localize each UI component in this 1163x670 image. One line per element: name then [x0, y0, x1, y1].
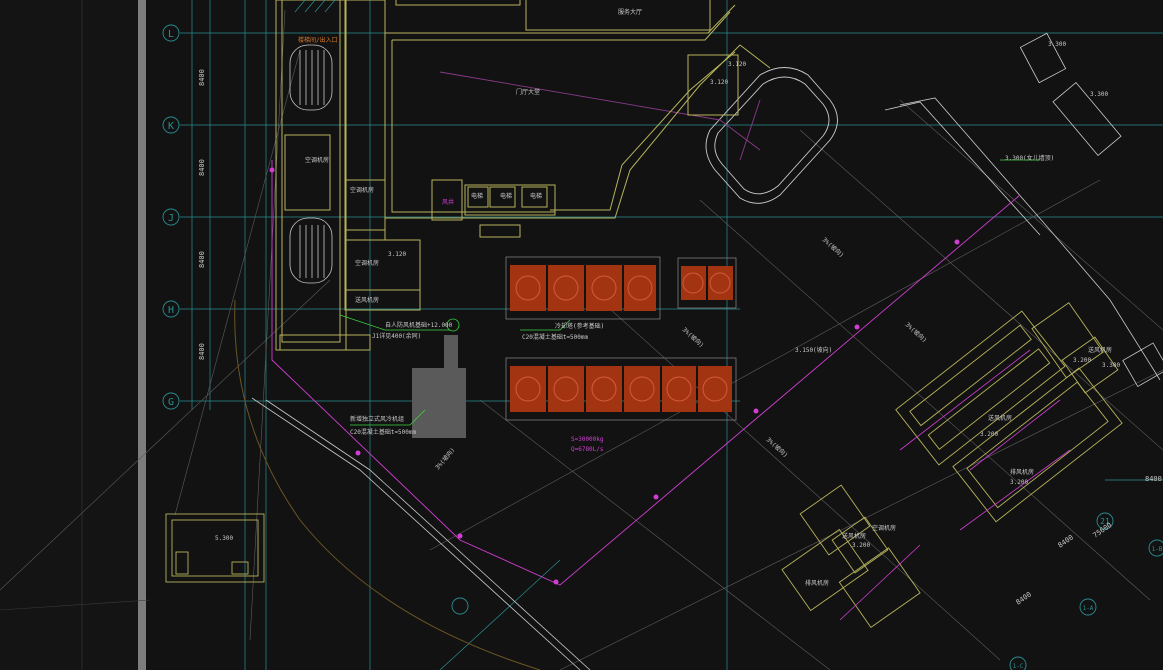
background-gridlines — [0, 0, 151, 670]
note-6: C20混凝土基础t=500mm — [350, 428, 417, 436]
axis-label-J: J — [168, 213, 174, 224]
label-rb6: 3.200 — [1010, 479, 1028, 486]
label-rb5: 排风机房 — [1010, 468, 1034, 476]
dim-text-b2: 8400 — [1057, 533, 1075, 549]
label-rb1: 送风机房 — [1088, 346, 1112, 354]
bottom-left-block — [165, 513, 265, 583]
label-room-c: 空调机房 — [355, 259, 379, 267]
site-boundary — [251, 32, 1163, 670]
stair-left-top — [289, 44, 333, 111]
right-lower-blocks — [781, 302, 1119, 628]
label-elev2: 电梯 — [500, 192, 512, 200]
axis-label-1b: 1-B — [1152, 546, 1163, 553]
label-rb8: 空调机房 — [872, 524, 896, 532]
stair-left-bottom — [289, 217, 333, 284]
label-lobby: 门厅大堂 — [516, 88, 540, 96]
label-rb10: 排风机房 — [805, 579, 829, 587]
label-lvl-3120-2: 3.120 — [388, 251, 406, 258]
label-room-d: 送风机房 — [355, 296, 379, 304]
label-shaft: 风井 — [442, 198, 454, 206]
label-lvl-road: 3.150(坡向) — [795, 346, 832, 354]
label-room-a: 空调机房 — [305, 156, 329, 164]
dim-text-1: 8400 — [198, 69, 206, 86]
label-elev1: 电梯 — [471, 192, 483, 200]
note-4: C20混凝土基础t=500mm — [522, 333, 589, 341]
label-rb2: 3.200 — [1073, 357, 1091, 364]
dim-text-3: 8400 — [198, 251, 206, 268]
label-elev3: 电梯 — [530, 192, 542, 200]
label-rb4: 3.200 — [980, 431, 998, 438]
note-3: 冷却塔(参考基础) — [555, 322, 604, 330]
cad-viewport[interactable]: L K J H G 21 1-B 1-A 1-C 8400 8400 8400 … — [0, 0, 1163, 670]
label-slope2: 3%(坡向) — [904, 321, 929, 345]
cooling-towers-bottom — [505, 357, 737, 421]
axis-label-L: L — [168, 29, 174, 40]
label-rb7: 送风机房 — [842, 532, 866, 540]
label-slope5: 3%(坡向) — [433, 446, 456, 471]
label-top-room: 服务大厅 — [618, 8, 642, 16]
dim-text-2: 8400 — [198, 159, 206, 176]
label-lvl-5300: 5.300 — [215, 535, 233, 542]
cooling-towers-top — [505, 256, 737, 320]
right-magenta-pipes — [839, 349, 1071, 621]
axis-bubble-dl — [451, 597, 469, 615]
note-1: 自人防风机基础+12.000 — [385, 321, 453, 329]
dim-text-4: 8400 — [198, 343, 206, 360]
label-room-b: 空调机房 — [350, 186, 374, 194]
axis-label-H: H — [168, 305, 174, 316]
axis-bubbles — [162, 24, 1163, 670]
label-slope4: 3%(坡向) — [765, 436, 790, 460]
label-lvl-top2: 3.300 — [1090, 91, 1108, 98]
spec-1: S=30000kg — [571, 436, 604, 443]
note-5: 新增独立式风冷机组 — [350, 415, 404, 423]
air-cooled-unit — [412, 335, 466, 438]
label-lvl-3120-1: 3.120 — [728, 61, 746, 68]
hatch-top — [294, 0, 336, 13]
cad-drawing[interactable]: L K J H G 21 1-B 1-A 1-C 8400 8400 8400 … — [0, 0, 1163, 670]
note-2: J1详见400(余同) — [372, 332, 421, 340]
axis-label-1c: 1-C — [1013, 663, 1024, 670]
label-lvl-top1: 3.300 — [1048, 41, 1066, 48]
label-stair-title: 楼梯间/出入口 — [298, 36, 338, 44]
axis-label-K: K — [168, 121, 174, 132]
label-slope3: 3%(坡向) — [681, 326, 706, 350]
dim-text-b1: 8400 — [1145, 475, 1162, 483]
label-lvl-3120-3: 3.120 — [710, 79, 728, 86]
label-rb3: 送风机房 — [988, 414, 1012, 422]
label-rb9: 3.200 — [852, 542, 870, 549]
label-right-lvl: 3.300 — [1102, 362, 1120, 369]
spec-2: Q=6780L/s — [571, 446, 604, 453]
label-slope1: 3%(坡向) — [821, 236, 846, 260]
dim-text-b4: 8400 — [1015, 590, 1033, 606]
axis-label-G: G — [168, 397, 174, 408]
circular-pool — [705, 67, 838, 204]
outer-curve — [234, 299, 541, 670]
label-lvl-roof: 3.300(女儿墙顶) — [1005, 154, 1054, 162]
axis-label-1a: 1-A — [1083, 605, 1094, 612]
